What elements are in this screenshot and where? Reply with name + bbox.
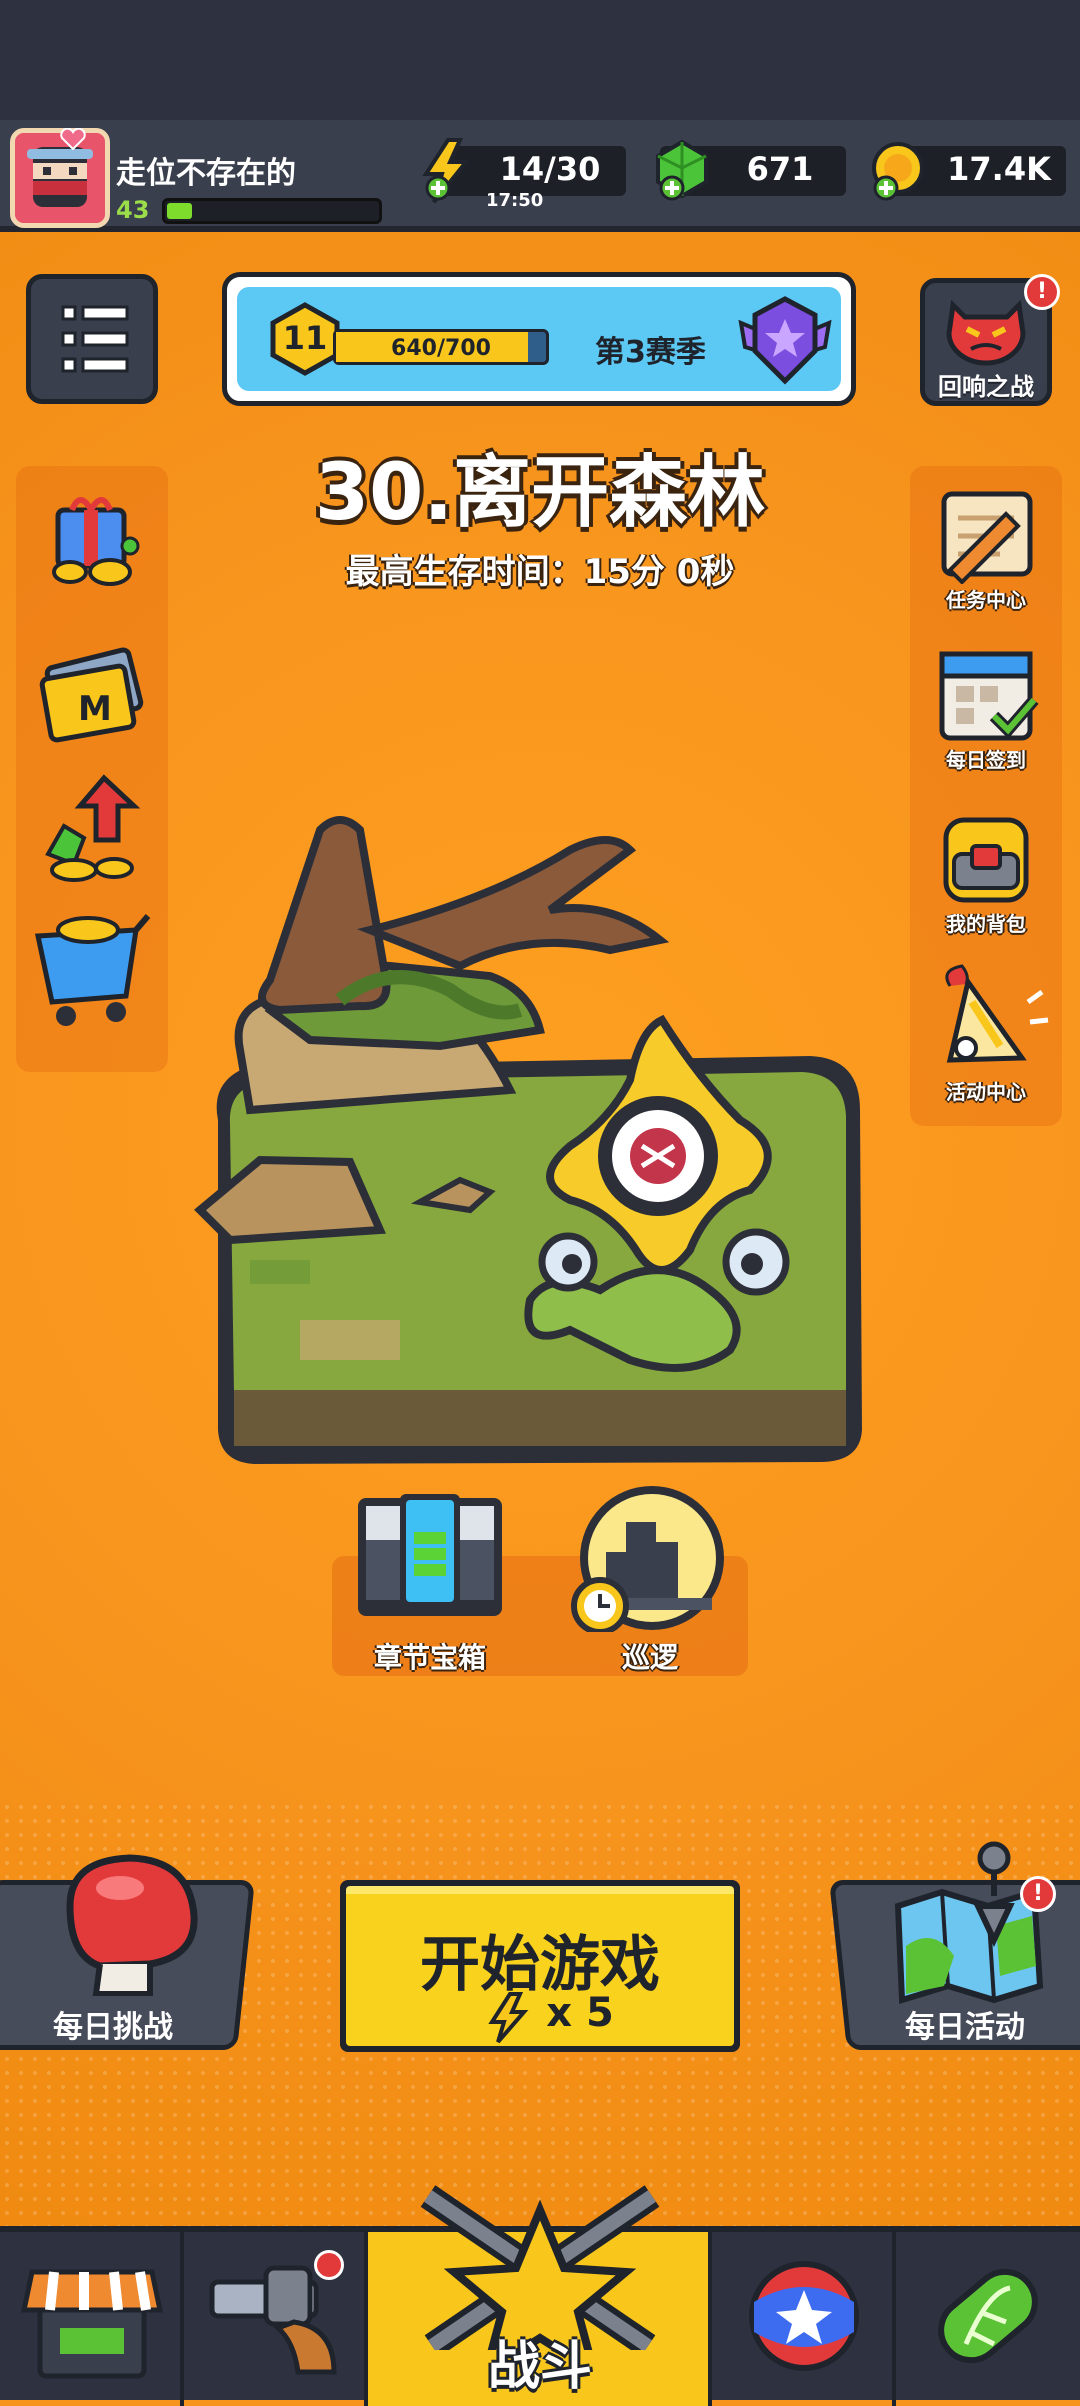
heart-icon [60, 127, 86, 151]
season-progress-bar: 640/700 [333, 329, 549, 365]
daily-event-badge: ! [1020, 1876, 1056, 1912]
season-pass-panel[interactable]: 11 640/700 第3赛季 [222, 272, 856, 406]
right-menu-backpack[interactable]: 我的背包 [910, 806, 1062, 936]
right-menu-label: 任务中心 [946, 588, 1026, 612]
treasure-map-icon [884, 1836, 1054, 2006]
daily-challenge-label: 每日挑战 [53, 2010, 173, 2045]
right-menu-quest[interactable]: 任务中心 [910, 484, 1062, 614]
xp-bar-fill [167, 203, 192, 219]
gem-growth-icon[interactable] [34, 770, 152, 890]
star-ball-icon [749, 2261, 859, 2371]
nav-battle-label: 战斗 [487, 2337, 592, 2397]
start-game-cost: x 5 [546, 1990, 614, 2036]
nav-evolution[interactable] [896, 2232, 1080, 2406]
treasure-chest-icon [358, 1494, 502, 1616]
echo-battle-label: 回响之战 [938, 373, 1034, 401]
patrol-moon-city-icon [571, 1486, 724, 1635]
gift-coins-icon[interactable] [36, 486, 152, 596]
season-progress-text: 640/700 [391, 336, 491, 361]
status-bar [0, 0, 1080, 120]
season-pass-inner: 11 640/700 第3赛季 [237, 287, 841, 391]
quest-scroll-icon [941, 491, 1033, 585]
calendar-check-icon [939, 651, 1039, 741]
season-emblem-icon [735, 293, 835, 387]
list-menu-icon [61, 305, 129, 373]
shop-cart-icon[interactable] [32, 906, 156, 1036]
right-menu-events[interactable]: 活动中心 [910, 962, 1062, 1104]
patrol-button[interactable] [566, 1482, 736, 1635]
energy-bolt-icon [418, 138, 474, 204]
monthly-card-icon[interactable]: M [32, 634, 156, 754]
energy-value: 14/30 [499, 150, 601, 188]
nav-equipment[interactable] [184, 2232, 368, 2406]
green-gem-icon [652, 138, 712, 204]
season-label: 第3赛季 [595, 335, 706, 370]
bottom-navigation: 战斗 [0, 2185, 1080, 2406]
right-menu-label: 每日签到 [946, 748, 1026, 772]
party-horn-icon [945, 964, 1049, 1063]
menu-button[interactable] [26, 274, 158, 404]
equipment-badge-icon [314, 2250, 344, 2280]
season-level: 11 [282, 319, 328, 357]
player-name: 走位不存在的 [116, 156, 296, 191]
right-menu-label: 我的背包 [946, 912, 1026, 936]
chapter-chest-label: 章节宝箱 [373, 1641, 486, 1674]
nav-talents[interactable] [712, 2232, 896, 2406]
echo-battle-badge: ! [1024, 274, 1060, 310]
gold-coin-icon [866, 138, 928, 204]
coin-value: 17.4K [947, 150, 1051, 188]
player-level: 43 [116, 196, 150, 224]
boxing-glove-icon [40, 1846, 210, 1997]
nav-shop[interactable] [0, 2232, 184, 2406]
xp-bar [162, 198, 382, 224]
backpack-icon [943, 817, 1029, 903]
shop-stall-icon [20, 2269, 164, 2379]
patrol-label: 巡逻 [621, 1641, 678, 1674]
start-game-button[interactable]: 开始游戏 x 5 [340, 1880, 740, 2052]
chapter-chest-button[interactable] [352, 1484, 508, 1624]
start-game-face: 开始游戏 x 5 [346, 1886, 734, 2046]
stage-illustration[interactable] [190, 790, 890, 1470]
gem-value: 671 [746, 150, 814, 188]
right-menu-label: 活动中心 [946, 1080, 1026, 1104]
svg-text:M: M [78, 689, 112, 729]
right-menu-checkin[interactable]: 每日签到 [910, 644, 1062, 774]
daily-event-label: 每日活动 [905, 2010, 1025, 2045]
nav-battle[interactable]: 战斗 [368, 2185, 712, 2406]
energy-timer: 17:50 [486, 190, 544, 211]
dna-capsule-icon [938, 2268, 1038, 2364]
